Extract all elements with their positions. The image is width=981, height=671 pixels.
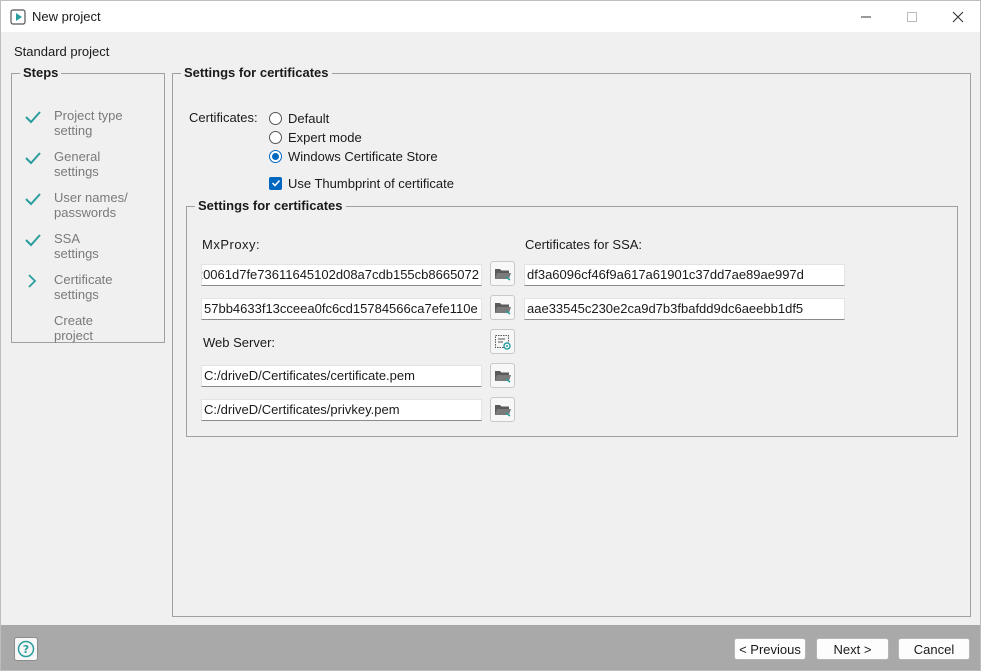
step-certificate-settings: Certificate settings xyxy=(24,272,164,306)
folder-open-icon xyxy=(494,268,511,281)
step-general-settings: General settings xyxy=(24,149,164,183)
step-create-project: Create project xyxy=(24,313,164,347)
radio-button[interactable] xyxy=(269,149,282,163)
mxproxy-key-field[interactable]: 57bb4633f13cceea0fc6cd15784566ca7efe110e xyxy=(201,298,482,320)
radio-windows-certificate-store[interactable]: Windows Certificate Store xyxy=(269,148,438,164)
step-label: SSA settings xyxy=(54,231,99,261)
folder-open-icon xyxy=(494,370,511,383)
certificates-label: Certificates: xyxy=(189,110,258,125)
mxproxy-cert-field[interactable]: 220061d7fe73611645102d08a7cdb155cb866507… xyxy=(201,264,482,286)
inner-certificates-legend: Settings for certificates xyxy=(198,198,343,213)
step-label: User names/ passwords xyxy=(54,190,128,220)
radio-expert-mode[interactable]: Expert mode xyxy=(269,129,362,145)
web-server-label: Web Server: xyxy=(203,335,276,350)
step-ssa-settings: SSA settings xyxy=(24,231,164,265)
app-play-icon xyxy=(10,9,26,25)
help-button[interactable]: ? xyxy=(14,637,38,661)
radio-button[interactable] xyxy=(269,111,282,125)
radio-label: Expert mode xyxy=(288,129,362,145)
inner-certificates-panel: Settings for certificates MxProxy: Certi… xyxy=(186,199,958,437)
folder-open-icon xyxy=(494,302,511,315)
step-project-type: Project type setting xyxy=(24,108,164,142)
checkmark-icon xyxy=(25,193,41,206)
steps-legend: Steps xyxy=(23,65,59,80)
next-button[interactable]: Next > xyxy=(816,638,889,660)
web-server-cert-field[interactable]: C:/driveD/Certificates/certificate.pem xyxy=(201,365,482,387)
step-label: Certificate settings xyxy=(54,272,113,302)
browse-web-server-key-button[interactable] xyxy=(490,397,515,422)
radio-button[interactable] xyxy=(269,130,282,144)
ssa-cert-field[interactable]: df3a6096cf46f9a617a61901c37dd7ae89ae997d xyxy=(524,264,845,286)
use-thumbprint-checkbox[interactable]: Use Thumbprint of certificate xyxy=(269,175,454,191)
minimize-icon xyxy=(861,16,871,17)
radio-default[interactable]: Default xyxy=(269,110,329,126)
step-label: Project type setting xyxy=(54,108,123,138)
web-server-key-field[interactable]: C:/driveD/Certificates/privkey.pem xyxy=(201,399,482,421)
checkmark-icon xyxy=(25,234,41,247)
chevron-right-icon xyxy=(28,274,37,288)
browse-mxproxy-key-button[interactable] xyxy=(490,295,515,320)
previous-button[interactable]: < Previous xyxy=(734,638,806,660)
certificates-legend: Settings for certificates xyxy=(184,65,329,80)
cancel-button[interactable]: Cancel xyxy=(898,638,970,660)
steps-panel: Steps Project type setting General setti… xyxy=(11,66,165,343)
mxproxy-label: MxProxy: xyxy=(202,237,261,252)
checkmark-icon xyxy=(25,111,41,124)
maximize-button[interactable] xyxy=(889,1,935,32)
help-icon: ? xyxy=(17,640,35,658)
check-icon xyxy=(271,179,280,187)
step-label: Create project xyxy=(54,313,94,343)
close-button[interactable] xyxy=(935,1,981,32)
title-bar: New project xyxy=(1,1,980,32)
browse-web-server-cert-button[interactable] xyxy=(490,363,515,388)
ssa-key-field[interactable]: aae33545c230e2ca9d7b3fbafdd9dc6aeebb1df5 xyxy=(524,298,845,320)
folder-open-icon xyxy=(494,404,511,417)
radio-label: Windows Certificate Store xyxy=(288,148,438,164)
browse-mxproxy-cert-button[interactable] xyxy=(490,261,515,286)
ssa-certificates-label: Certificates for SSA: xyxy=(525,237,643,252)
generate-certificate-button[interactable] xyxy=(490,329,515,354)
step-label: General settings xyxy=(54,149,101,179)
checkbox[interactable] xyxy=(269,176,282,190)
maximize-icon xyxy=(907,11,917,22)
new-project-dialog: New project Standard project Steps Proje… xyxy=(0,0,981,671)
svg-text:?: ? xyxy=(23,643,29,656)
close-icon xyxy=(952,11,964,22)
certificates-panel: Settings for certificates Certificates: … xyxy=(172,66,971,617)
certificate-icon xyxy=(494,334,511,350)
window-title: New project xyxy=(32,9,101,24)
page-subtitle: Standard project xyxy=(14,44,110,59)
radio-label: Default xyxy=(288,110,330,126)
dialog-footer: ? < Previous Next > Cancel xyxy=(1,625,980,670)
checkbox-label: Use Thumbprint of certificate xyxy=(288,175,454,191)
minimize-button[interactable] xyxy=(843,1,889,32)
checkmark-icon xyxy=(25,152,41,165)
step-user-names: User names/ passwords xyxy=(24,190,164,224)
